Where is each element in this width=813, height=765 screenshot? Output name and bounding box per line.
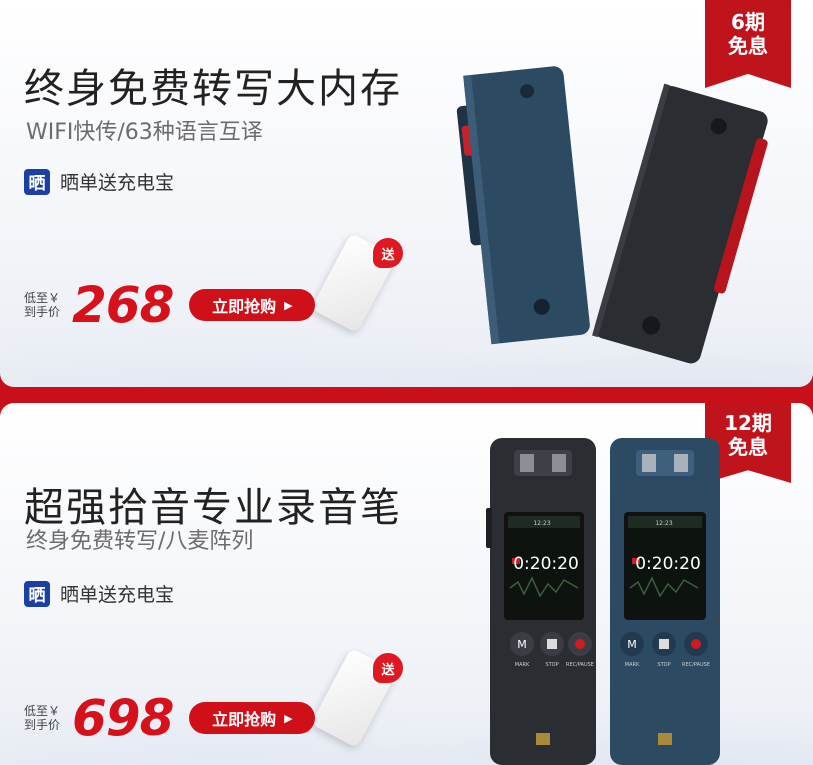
screen-timer: 0:20:20: [513, 554, 579, 574]
recorder-black-image: [592, 83, 768, 364]
key-stop-label: STOP: [545, 662, 558, 668]
product-title: 终身免费转写大内存: [24, 66, 402, 112]
price-label-line-1: 低至￥: [24, 704, 61, 718]
price-label-line-2: 到手价: [24, 718, 61, 732]
key-rec-label: REC/PAUSE: [566, 662, 594, 668]
gift-row: 晒 晒单送充电宝: [24, 580, 174, 607]
buy-now-button[interactable]: 立即抢购 ▶: [189, 289, 316, 321]
price-label-line-2: 到手价: [24, 305, 61, 319]
gift-text: 晒单送充电宝: [60, 584, 175, 606]
gift-tag: 送: [373, 653, 403, 683]
gift-tag: 送: [373, 238, 403, 268]
price-row: 低至￥ 到手价 698 立即抢购 ▶: [24, 689, 316, 747]
installment-badge: 6期 免息: [705, 0, 791, 88]
power-bank-image: 送: [310, 232, 408, 334]
product-card-2[interactable]: 12期 免息 超强拾音专业录音笔 终身免费转写/八麦阵列 晒 晒单送充电宝 送 …: [0, 403, 813, 765]
price-value: 698: [72, 689, 174, 747]
key-m: M: [517, 638, 527, 651]
price-label-line-1: 低至￥: [24, 291, 61, 305]
badge-line-1: 6期: [731, 10, 765, 34]
gift-row: 晒 晒单送充电宝: [24, 168, 174, 195]
play-arrow-icon: ▶: [284, 298, 293, 312]
key-m: M: [627, 638, 637, 651]
buy-now-button[interactable]: 立即抢购 ▶: [189, 702, 316, 734]
share-icon: 晒: [24, 580, 50, 607]
key-stop-label: STOP: [657, 662, 670, 668]
price-label: 低至￥ 到手价: [24, 704, 70, 732]
price-row: 低至￥ 到手价 268 立即抢购 ▶: [24, 276, 316, 334]
badge-line-2: 免息: [728, 34, 768, 58]
screen-clock: 12:23: [655, 520, 672, 527]
play-arrow-icon: ▶: [284, 711, 293, 725]
screen-clock: 12:23: [533, 520, 550, 527]
recorder-black-front-image: 12:23 0:20:20 M MARK STOP REC/PAUSE: [486, 438, 596, 765]
buy-now-label: 立即抢购: [212, 297, 277, 316]
recorder-navy-front-image: 12:23 0:20:20 M MARK STOP REC/PAUSE: [610, 438, 720, 765]
recorder-navy-image: [456, 66, 590, 345]
badge-line-1: 12期: [724, 411, 772, 435]
key-mark-label: MARK: [625, 662, 640, 668]
key-mark-label: MARK: [515, 662, 530, 668]
product-subtitle: 终身免费转写/八麦阵列: [26, 529, 254, 554]
share-icon: 晒: [24, 168, 50, 195]
key-rec-label: REC/PAUSE: [682, 662, 710, 668]
gift-text: 晒单送充电宝: [60, 172, 175, 194]
buy-now-label: 立即抢购: [212, 710, 277, 729]
price-value: 268: [72, 276, 174, 334]
product-card-1[interactable]: 6期 免息 终身免费转写大内存 WIFI快传/63种语言互译 晒 晒单送充电宝 …: [0, 0, 813, 387]
power-bank-image: 送: [310, 643, 408, 749]
price-label: 低至￥ 到手价: [24, 291, 70, 319]
screen-timer: 0:20:20: [635, 554, 701, 574]
product-subtitle: WIFI快传/63种语言互译: [26, 120, 263, 145]
